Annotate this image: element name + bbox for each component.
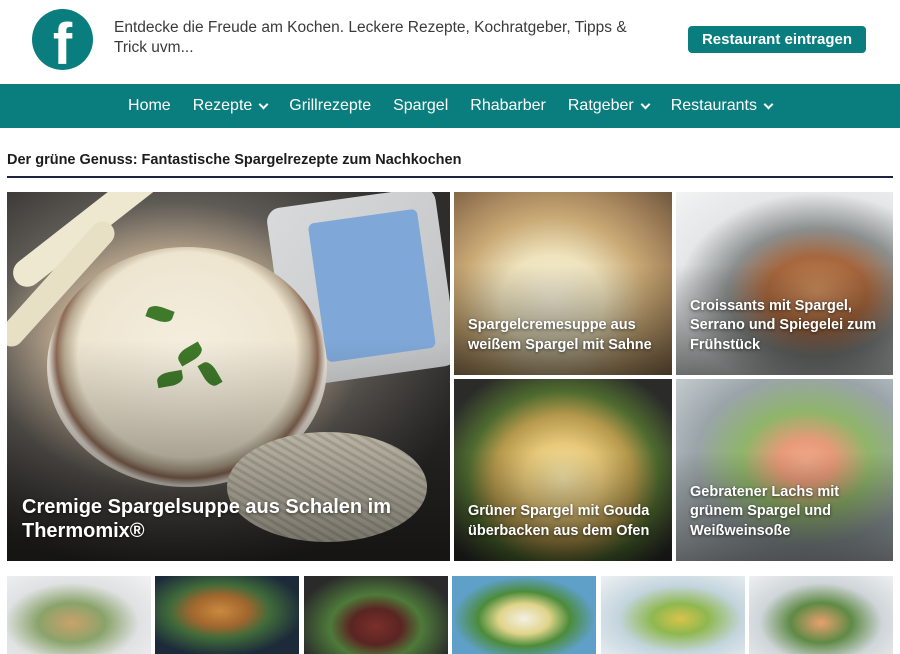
section-divider [7,176,893,178]
nav-item-grillrezepte[interactable]: Grillrezepte [278,84,382,128]
nav-item-restaurants[interactable]: Restaurants [660,84,783,128]
nav-item-label: Restaurants [670,97,757,114]
section-title: Der grüne Genuss: Fantastische Spargelre… [7,152,462,168]
nav-item-label: Rhabarber [470,97,546,114]
featured-recipe-card-large[interactable]: Cremige Spargelsuppe aus Schalen im Ther… [7,192,450,561]
recipe-thumbnail[interactable] [601,576,745,654]
featured-recipe-card[interactable]: Spargelcremesuppe aus weißem Spargel mit… [454,192,672,375]
chevron-down-icon [258,99,269,109]
nav-item-label: Ratgeber [567,97,634,114]
nav-item-home[interactable]: Home [117,84,182,128]
recipe-thumbnail[interactable] [7,576,151,654]
nav-item-label: Rezepte [192,97,253,114]
card-title: Croissants mit Spargel, Serrano und Spie… [690,297,877,353]
nav-item-rezepte[interactable]: Rezepte [182,84,279,128]
recipe-thumbnail[interactable] [304,576,448,654]
card-title: Gebratener Lachs mit grünem Spargel und … [690,483,840,539]
featured-recipe-card[interactable]: Croissants mit Spargel, Serrano und Spie… [676,192,893,375]
site-logo[interactable]: f [32,9,93,70]
nav-item-rhabarber[interactable]: Rhabarber [459,84,557,128]
main-nav: Home Rezepte Grillrezepte Spargel Rhabar… [0,84,900,128]
nav-item-spargel[interactable]: Spargel [382,84,459,128]
logo-letter: f [52,11,73,70]
chevron-down-icon [763,99,774,109]
featured-recipe-card[interactable]: Grüner Spargel mit Gouda überbacken aus … [454,379,672,561]
chevron-down-icon [640,99,651,109]
recipe-thumbnail[interactable] [155,576,299,654]
card-title: Spargelcremesuppe aus weißem Spargel mit… [468,317,652,353]
site-tagline: Entdecke die Freude am Kochen. Leckere R… [114,19,627,56]
card-title: Grüner Spargel mit Gouda überbacken aus … [468,503,650,539]
recipe-thumbnail[interactable] [749,576,893,654]
restaurant-eintragen-button[interactable]: Restaurant eintragen [688,26,866,53]
card-title: Cremige Spargelsuppe aus Schalen im Ther… [22,496,392,542]
nav-item-label: Spargel [393,97,449,114]
nav-item-label: Home [128,97,171,114]
recipe-thumbnail[interactable] [452,576,596,654]
nav-item-label: Grillrezepte [289,97,372,114]
nav-item-ratgeber[interactable]: Ratgeber [557,84,660,128]
site-header: f Entdecke die Freude am Kochen. Leckere… [0,0,900,84]
featured-recipe-card[interactable]: Gebratener Lachs mit grünem Spargel und … [676,379,893,561]
